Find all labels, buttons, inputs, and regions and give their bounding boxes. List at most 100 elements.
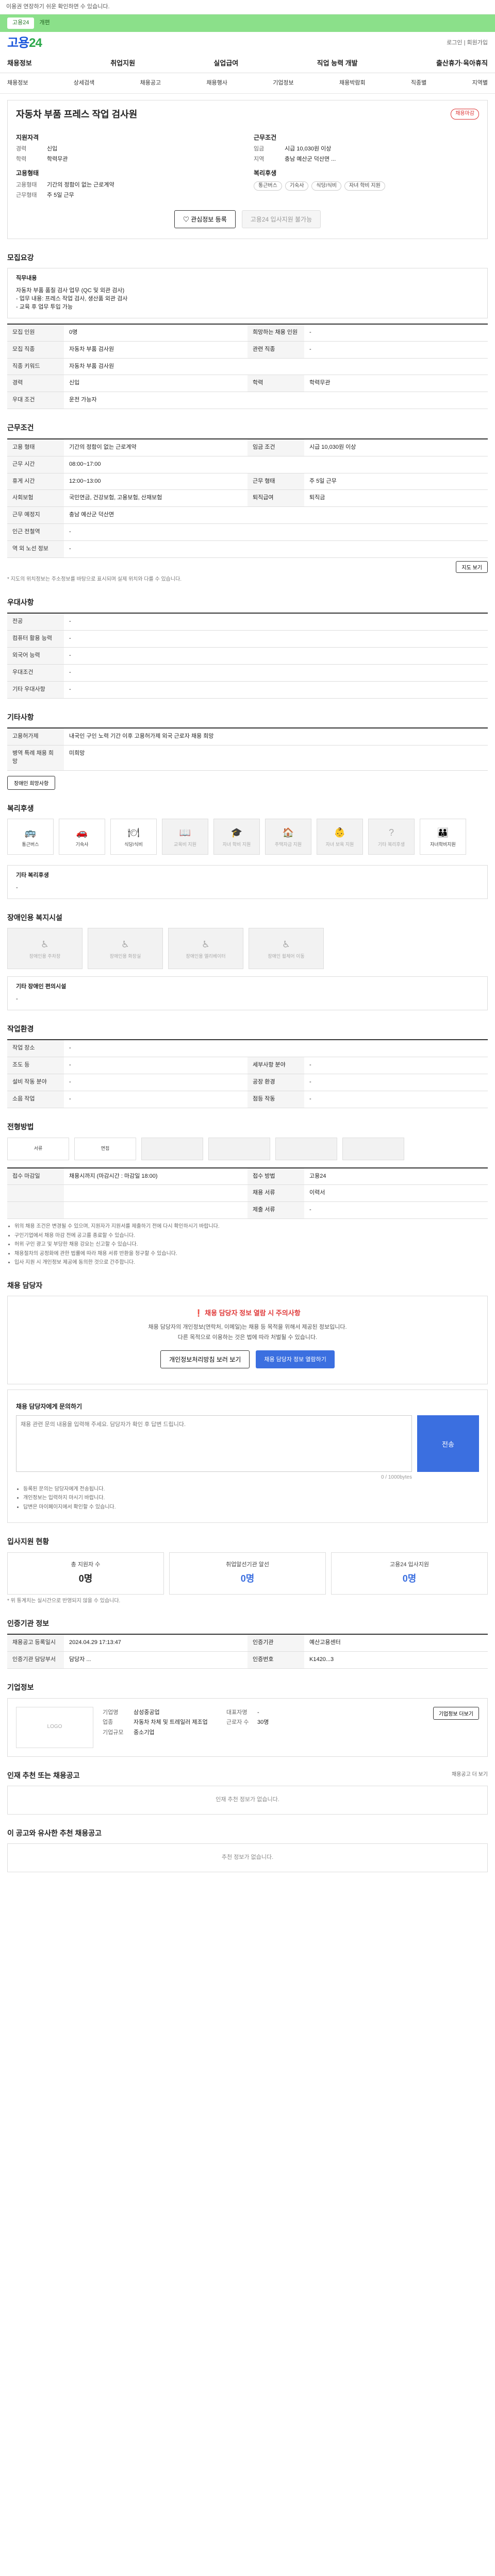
stat-label: 고용24 입사지원 bbox=[389, 1561, 429, 1568]
inquiry-box: 채용 담당자에게 문의하기 전송 0 / 1000bytes 등록된 문의는 담… bbox=[7, 1389, 488, 1523]
table-cell: 자동차 부품 검사원 bbox=[69, 363, 114, 369]
top-notice-bar: 이용권 연장하기 쉬운 확인하면 수 있습니다. bbox=[0, 0, 495, 14]
table-header-cell: 모집 직종 bbox=[7, 341, 64, 358]
stat-value: 0명 bbox=[240, 1573, 255, 1584]
inquiry-note: 등록된 문의는 담당자에게 전송됩니다. bbox=[23, 1486, 479, 1494]
table-header-cell: 휴게 시간 bbox=[7, 473, 64, 490]
auth-links[interactable]: 로그인 | 회원가입 bbox=[447, 39, 488, 47]
etc-title: 기타사항 bbox=[7, 713, 34, 721]
info-table: 채용공고 등록일시 2024.04.29 17:13:47 인증기관 예산고용센터 인증… bbox=[7, 1634, 488, 1669]
table-header-cell: 외국어 능력 bbox=[7, 647, 64, 664]
welfare-label: 기숙사 bbox=[75, 841, 89, 847]
table-header-cell: 전공 bbox=[7, 614, 64, 630]
table-header-cell: 접수 마감일 bbox=[7, 1168, 64, 1185]
table-cell bbox=[64, 1185, 248, 1201]
welfare-label: 통근버스 bbox=[22, 841, 39, 847]
kv-row: 근무형태 주 5일 근무 bbox=[16, 192, 241, 200]
table-header-cell: 제출 서류 bbox=[248, 1202, 304, 1219]
kv-row: 학력 학력무관 bbox=[16, 156, 241, 164]
family-icon: 👪 bbox=[437, 827, 449, 838]
subnav-item-2[interactable]: 채용공고 bbox=[140, 79, 161, 88]
table-header-cell: 인증기관 bbox=[248, 1635, 304, 1652]
subnav-item-1[interactable]: 상세검색 bbox=[74, 79, 94, 88]
table-cell: - bbox=[69, 669, 71, 675]
other-more-link[interactable]: 채용공고 더 보기 bbox=[452, 1771, 488, 1779]
disabled-preference-button[interactable]: 장애인 희망사항 bbox=[7, 775, 56, 790]
table-row: 모집 인원 0명 희망하는 채용 인원 - bbox=[7, 324, 488, 342]
subnav-item-7[interactable]: 지역별 bbox=[472, 79, 488, 88]
other-empty: 인재 추천 정보가 없습니다. bbox=[7, 1785, 488, 1815]
table-header-cell: 인증기관 담당부서 bbox=[7, 1652, 64, 1669]
table-header-cell: 학력 bbox=[248, 375, 304, 392]
apply-step: 면접 bbox=[74, 1137, 136, 1160]
welfare-card: 🚌 통근버스 bbox=[7, 819, 54, 855]
table-header-cell: 채용 서류 bbox=[248, 1185, 304, 1202]
stat-label: 총 지원자 수 bbox=[71, 1561, 101, 1568]
subnav-item-4[interactable]: 기업정보 bbox=[273, 79, 293, 88]
other-title: 인재 추천 또는 채용공고 bbox=[7, 1771, 80, 1780]
gnb-item-2[interactable]: 실업급여 bbox=[213, 59, 238, 69]
org-value: 30명 bbox=[257, 1719, 269, 1726]
car-icon: 🚗 bbox=[76, 827, 88, 838]
org-key: 기업규모 bbox=[103, 1730, 124, 1736]
gnb-item-0[interactable]: 채용정보 bbox=[7, 59, 32, 69]
subnav-item-5[interactable]: 채용박람회 bbox=[339, 79, 366, 88]
help-icon: ? bbox=[388, 827, 394, 838]
stat-card: 총 지원자 수 0명 bbox=[7, 1552, 164, 1595]
welfare-grid: 🚌 통근버스 🚗 기숙사 🍽 식당/식비 📖 교육비 지원 🎓 자녀 학비 지원 🏠 주택자금 지원 👶… bbox=[7, 819, 488, 855]
kv-value: 기간의 정함이 없는 근로계약 bbox=[47, 181, 114, 188]
kv-key: 지역 bbox=[254, 156, 265, 163]
table-header-cell: 경력 bbox=[7, 375, 64, 392]
table-header-cell: 점등 작동 bbox=[248, 1091, 304, 1108]
save-interest-button[interactable]: ♡ 관심정보 등록 bbox=[174, 210, 236, 228]
apply-note: 위의 채용 조건은 변경될 수 있으며, 지원자가 지원서를 제출하기 전에 다… bbox=[14, 1223, 488, 1231]
env-table: 작업 장소 - 조도 등 - 세부사항 분야 - 설비 작동 분야 - 공장 환경 - 소음 작업 -… bbox=[7, 1039, 488, 1109]
brand-row: 고용24 로그인 | 회원가입 bbox=[0, 32, 495, 55]
stat-value: 0명 bbox=[78, 1573, 93, 1584]
table-cell: - bbox=[69, 529, 71, 535]
table-cell: 기간의 정함이 없는 근로계약 bbox=[69, 444, 137, 450]
table-header-cell: 희망하는 채용 인원 bbox=[248, 324, 304, 341]
subnav-item-0[interactable]: 채용정보 bbox=[7, 79, 28, 88]
heart-icon: ♡ bbox=[183, 215, 191, 223]
etc-table: 고용허가제 내국인 구인 노력 기간 이후 고용허가제 외국 근로자 채용 희망 병… bbox=[7, 727, 488, 771]
table-row: 채용 서류 이력서 bbox=[7, 1185, 488, 1202]
contact-title: 채용 담당자 bbox=[7, 1281, 43, 1290]
preferred-title: 우대사항 bbox=[7, 598, 34, 606]
inquiry-send-button[interactable]: 전송 bbox=[417, 1415, 479, 1472]
org-more-button[interactable]: 기업정보 더보기 bbox=[433, 1706, 479, 1720]
map-button[interactable]: 지도 보기 bbox=[456, 561, 488, 573]
kv-value: 시급 10,030원 이상 bbox=[285, 146, 332, 152]
subnav-item-6[interactable]: 직종별 bbox=[411, 79, 426, 88]
table-header-cell: 기타 우대사항 bbox=[7, 681, 64, 698]
table-header-cell: 퇴직급여 bbox=[248, 490, 304, 507]
promo-pill: 고용24 bbox=[7, 18, 35, 29]
view-contact-button[interactable]: 채용 담당자 정보 열람하기 bbox=[256, 1350, 335, 1368]
disabled-title: 장애인용 복지시설 bbox=[7, 913, 62, 922]
inquiry-textarea[interactable] bbox=[16, 1415, 412, 1472]
welfare-etc-box: 기타 복리후생 - bbox=[7, 865, 488, 899]
welfare-tag: 기숙사 bbox=[285, 181, 309, 191]
gnb-item-1[interactable]: 취업지원 bbox=[110, 59, 135, 69]
site-logo[interactable]: 고용24 bbox=[7, 35, 42, 53]
table-cell: 충남 예산군 덕산면 bbox=[69, 512, 114, 518]
table-cell: 담당자 ... bbox=[69, 1656, 91, 1663]
promo-bar[interactable]: 고용24 개편 bbox=[0, 14, 495, 32]
org-box: LOGO 기업명 삼성중공업 대표자명 - 업종 자동차 차체 및 트레일러 제조업 근로자… bbox=[7, 1698, 488, 1757]
table-header-cell: 직종 키워드 bbox=[7, 358, 64, 375]
subnav-item-3[interactable]: 채용행사 bbox=[206, 79, 227, 88]
stat-card: 고용24 입사지원 0명 bbox=[331, 1552, 488, 1595]
table-row: 고용 형태 기간의 정함이 없는 근로계약 임금 조건 시급 10,030원 이상 bbox=[7, 439, 488, 456]
privacy-policy-button[interactable]: 개인정보처리방침 보러 보기 bbox=[160, 1350, 250, 1368]
gnb-item-3[interactable]: 직업 능력 개발 bbox=[317, 59, 358, 69]
contact-p1: 채용 담당자의 개인정보(연락처, 이메일)는 채용 등 목적을 위해서 제공된… bbox=[148, 1324, 347, 1330]
table-cell: - bbox=[69, 546, 71, 552]
apply-button[interactable]: 고용24 입사지원 불가능 bbox=[241, 210, 321, 228]
disabled-card: ♿ 장애인용 주차장 bbox=[7, 928, 82, 970]
table-row: 경력 신입 학력 학력무관 bbox=[7, 375, 488, 393]
kv-value: 학력무관 bbox=[47, 156, 68, 163]
gnb-item-4[interactable]: 출산휴가·육아휴직 bbox=[436, 59, 488, 69]
table-cell: 내국인 구인 노력 기간 이후 고용허가제 외국 근로자 채용 희망 bbox=[69, 733, 214, 739]
kv-key: 근무형태 bbox=[16, 192, 37, 198]
disabled-etc-box: 기타 장애인 편의시설 - bbox=[7, 976, 488, 1011]
